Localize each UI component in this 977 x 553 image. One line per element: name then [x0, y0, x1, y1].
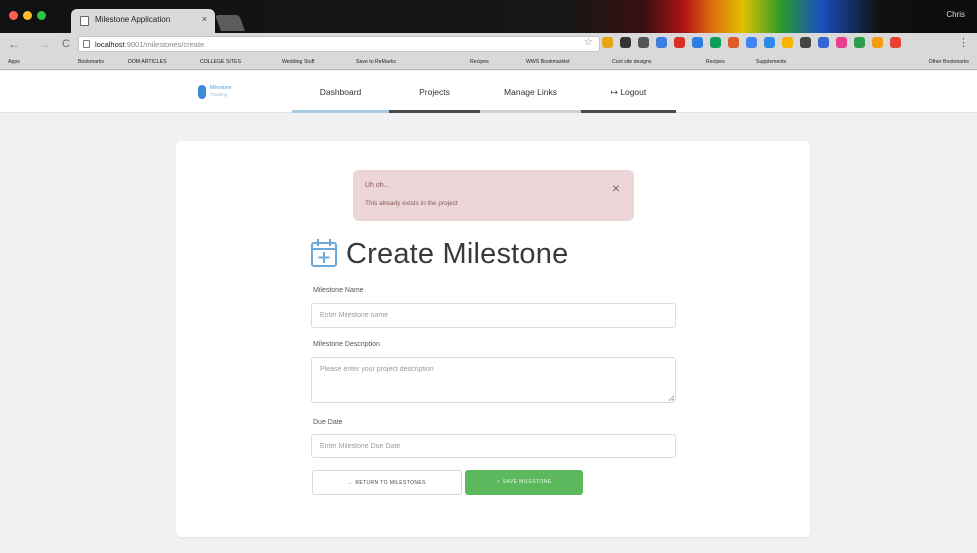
- bookmark-supplements[interactable]: Supplements: [756, 59, 786, 65]
- nav-manage-links-underline: [480, 110, 581, 113]
- window-minimize-button[interactable]: [23, 11, 32, 20]
- page-title-text: Create Milestone: [346, 238, 569, 270]
- forward-arrow-icon[interactable]: →: [38, 36, 50, 52]
- tab-close-icon[interactable]: ×: [202, 14, 207, 24]
- extension-icon[interactable]: [602, 37, 613, 48]
- extension-icon[interactable]: [836, 37, 847, 48]
- textarea-resize-handle[interactable]: [668, 395, 674, 401]
- page-info-icon[interactable]: [83, 40, 90, 48]
- bookmark-wws-bookmarklet[interactable]: WWS Bookmarklet: [526, 59, 570, 65]
- error-alert: Uh oh... This already exists in the proj…: [353, 170, 634, 221]
- back-arrow-icon[interactable]: ←: [8, 36, 20, 52]
- extension-icon[interactable]: [782, 37, 793, 48]
- extension-icon[interactable]: [818, 37, 829, 48]
- extension-icon[interactable]: [692, 37, 703, 48]
- bookmark-apps[interactable]: Apps: [8, 59, 20, 65]
- return-to-milestones-button[interactable]: ← RETURN TO MILESTONES: [312, 470, 462, 495]
- bookmark-wedding-stuff[interactable]: Wedding Stuff: [282, 59, 314, 65]
- milestone-description-label: Milestone Description: [313, 341, 380, 348]
- extension-icon[interactable]: [854, 37, 865, 48]
- bookmarks-bar: Apps Bookmarks DOM ARTICLES COLLEGE SITE…: [0, 55, 977, 70]
- brand-name: Milestone: [210, 85, 232, 91]
- nav-dashboard-label: Dashboard: [319, 87, 362, 97]
- nav-projects-underline: [389, 110, 480, 113]
- page-favicon-icon: [80, 16, 89, 26]
- bookmark-other[interactable]: Other Bookmarks: [929, 59, 969, 65]
- bookmark-bookmarks[interactable]: Bookmarks: [78, 59, 104, 65]
- alert-message: This already exists in the project: [365, 200, 458, 207]
- extension-icon[interactable]: [800, 37, 811, 48]
- extension-icon[interactable]: [872, 37, 883, 48]
- nav-projects-label: Projects: [419, 87, 450, 97]
- extension-icon[interactable]: [638, 37, 649, 48]
- site-navbar: Milestone Tracking Dashboard Projects Ma…: [0, 71, 977, 113]
- milestone-description-input[interactable]: [311, 357, 676, 403]
- extension-icon[interactable]: [746, 37, 757, 48]
- browser-tab[interactable]: Milestone Application ×: [71, 9, 215, 33]
- extension-icon[interactable]: [764, 37, 775, 48]
- tab-title: Milestone Application: [95, 15, 171, 24]
- save-milestone-button[interactable]: ✓ SAVE MILESTONE: [465, 470, 583, 495]
- bookmark-recipes-2[interactable]: Recipes: [706, 59, 725, 65]
- browser-menu-icon[interactable]: ⋮: [958, 36, 969, 49]
- brand-mark-icon: [198, 85, 206, 99]
- logout-icon: ↦: [610, 87, 618, 97]
- window-maximize-button[interactable]: [37, 11, 46, 20]
- extension-icon[interactable]: [674, 37, 685, 48]
- bookmark-cool-site-designs[interactable]: Cool site designs: [612, 59, 652, 65]
- nav-dashboard[interactable]: Dashboard: [292, 71, 389, 113]
- bookmark-save-to-remarks[interactable]: Save to ReMarks: [356, 59, 396, 65]
- browser-toolbar: ← → C localhost:9001/milestones/create ☆…: [0, 33, 977, 55]
- bookmark-star-icon[interactable]: ☆: [584, 37, 593, 48]
- nav-logout-underline: [581, 110, 676, 113]
- nav-manage-links-label: Manage Links: [504, 87, 557, 97]
- nav-manage-links[interactable]: Manage Links: [480, 71, 581, 113]
- bookmark-dom-articles[interactable]: DOM ARTICLES: [128, 59, 167, 65]
- bookmark-college-sites[interactable]: COLLEGE SITES: [200, 59, 241, 65]
- nav-dashboard-underline: [292, 110, 389, 113]
- new-tab-button[interactable]: [215, 15, 245, 31]
- extensions-row: [602, 37, 901, 48]
- nav-logout[interactable]: ↦ Logout: [581, 71, 676, 113]
- nav-projects[interactable]: Projects: [389, 71, 480, 113]
- due-date-label: Due Date: [313, 419, 343, 426]
- browser-user-name[interactable]: Chris: [946, 10, 965, 19]
- url-host: localhost: [95, 40, 125, 49]
- extension-icon[interactable]: [890, 37, 901, 48]
- window-close-button[interactable]: [9, 11, 18, 20]
- alert-close-icon[interactable]: ×: [612, 181, 620, 195]
- extension-icon[interactable]: [710, 37, 721, 48]
- extension-icon[interactable]: [728, 37, 739, 48]
- milestone-name-input[interactable]: [311, 303, 676, 328]
- brand-tagline: Tracking: [210, 92, 228, 97]
- browser-titlebar: Milestone Application × Chris: [0, 0, 977, 33]
- due-date-input[interactable]: [311, 434, 676, 458]
- url-path: :9001/milestones/create: [124, 40, 205, 49]
- extension-icon[interactable]: [656, 37, 667, 48]
- address-bar[interactable]: localhost:9001/milestones/create: [78, 36, 600, 52]
- nav-logout-label: Logout: [620, 87, 647, 97]
- calendar-plus-icon: [311, 239, 337, 267]
- bookmark-recipes-1[interactable]: Recipes: [470, 59, 489, 65]
- alert-title: Uh oh...: [365, 182, 390, 189]
- reload-icon[interactable]: C: [62, 36, 70, 52]
- milestone-name-label: Milestone Name: [313, 287, 364, 294]
- extension-icon[interactable]: [620, 37, 631, 48]
